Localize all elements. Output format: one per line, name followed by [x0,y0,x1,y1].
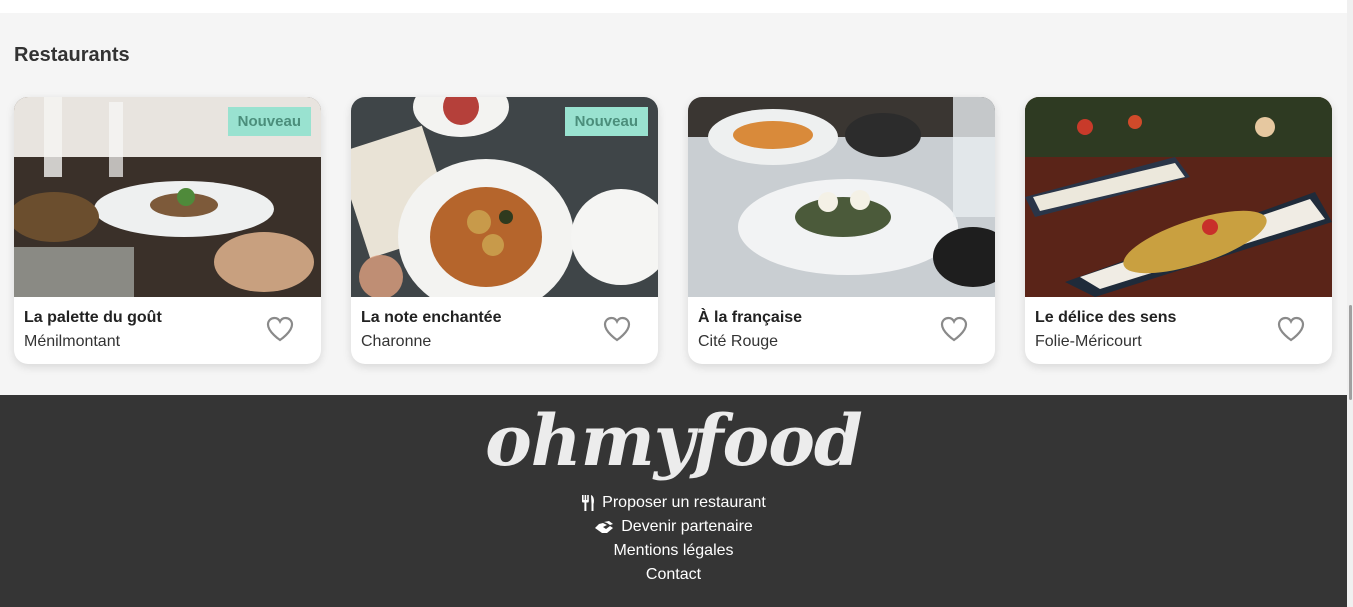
restaurant-name: À la française [698,309,803,326]
restaurant-card[interactable]: Le délice des sens Folie-Méricourt [1025,97,1332,364]
new-badge: Nouveau [564,107,648,136]
footer-links: Proposer un restaurant Devenir partenair… [0,491,1347,587]
restaurant-location: Charonne [361,333,432,350]
utensils-icon [582,495,595,511]
scrollbar-thumb[interactable] [1349,305,1352,400]
restaurant-photo [1025,97,1332,297]
restaurant-name: La note enchantée [361,309,502,326]
card-info: La palette du goût Ménilmontant [14,297,321,364]
footer: ohmyfood Proposer un restaurant Devenir … [0,395,1347,607]
heart-outline-icon[interactable] [1277,316,1305,342]
propose-restaurant-label: Proposer un restaurant [602,494,766,511]
top-header-bar [0,0,1353,13]
heart-outline-icon[interactable] [266,316,294,342]
section-title: Restaurants [14,44,130,66]
card-info: La note enchantée Charonne [351,297,658,364]
restaurant-card[interactable]: Nouveau La note enchantée Charonne [351,97,658,364]
restaurant-photo [688,97,995,297]
restaurant-card[interactable]: Nouveau La palette du goût Ménilmontant [14,97,321,364]
card-info: Le délice des sens Folie-Méricourt [1025,297,1332,364]
restaurant-photo: Nouveau [14,97,321,297]
card-info: À la française Cité Rouge [688,297,995,364]
restaurant-list: Nouveau La palette du goût Ménilmontant [14,97,1332,364]
restaurant-location: Folie-Méricourt [1035,333,1142,350]
legal-notice-link[interactable]: Mentions légales [0,539,1347,563]
legal-notice-label: Mentions légales [613,542,734,559]
scrollbar[interactable] [1347,0,1353,607]
propose-restaurant-link[interactable]: Proposer un restaurant [0,491,1347,515]
heart-outline-icon[interactable] [940,316,968,342]
heart-outline-icon[interactable] [603,316,631,342]
contact-label: Contact [645,566,702,583]
restaurant-location: Cité Rouge [698,333,779,350]
contact-link[interactable]: Contact [0,563,1347,587]
handshake-icon [595,521,614,533]
new-badge: Nouveau [227,107,311,136]
restaurant-name: Le délice des sens [1035,309,1177,326]
become-partner-link[interactable]: Devenir partenaire [0,515,1347,539]
footer-logo[interactable]: ohmyfood [0,401,1347,481]
restaurant-card[interactable]: À la française Cité Rouge [688,97,995,364]
restaurant-photo: Nouveau [351,97,658,297]
restaurant-name: La palette du goût [24,309,162,326]
become-partner-label: Devenir partenaire [621,518,753,535]
restaurant-location: Ménilmontant [24,333,121,350]
